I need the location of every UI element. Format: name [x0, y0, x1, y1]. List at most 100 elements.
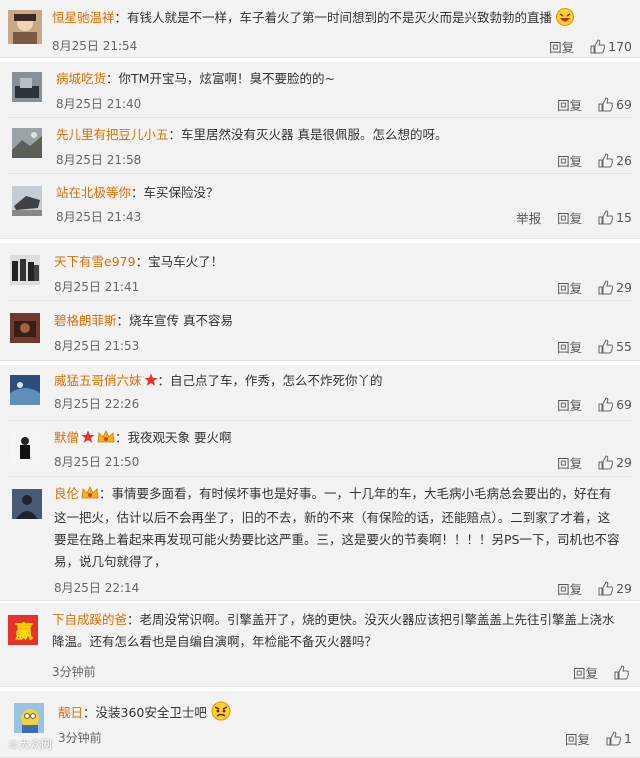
- comment-item: 站在北极等你：车买保险没？ 8月25日 21:43 举报 回复 15: [0, 174, 640, 239]
- like-count: 26: [616, 153, 632, 168]
- like-count: 69: [616, 397, 632, 412]
- timestamp: 8月25日 21:58: [56, 153, 142, 167]
- timestamp: 8月25日 21:43: [56, 210, 142, 224]
- reply-button[interactable]: 回复: [557, 95, 582, 114]
- avatar[interactable]: [12, 128, 42, 158]
- angry-emoji-icon: [211, 701, 231, 728]
- like-count: 29: [616, 280, 632, 295]
- timestamp: 3分钟前: [52, 665, 96, 679]
- like-button[interactable]: 29: [598, 581, 632, 596]
- username[interactable]: 站在北极等你: [56, 185, 131, 200]
- report-button[interactable]: 举报: [516, 208, 541, 227]
- star-badge-icon: [143, 372, 158, 394]
- comment-text: 我夜观天象 要火啊: [127, 430, 232, 445]
- username[interactable]: 默僧: [54, 430, 79, 445]
- comment-item: 天下有雪e979：宝马车火了！ 8月25日 21:41 回复 29: [0, 243, 640, 301]
- comment-text: 宝马车火了！: [148, 254, 224, 269]
- timestamp: 8月25日 21:54: [52, 39, 138, 53]
- crown-badge-icon: [97, 429, 115, 451]
- reply-button[interactable]: 回复: [573, 663, 598, 682]
- thumbs-up-icon: [614, 665, 629, 680]
- like-button[interactable]: 69: [598, 97, 632, 112]
- like-button[interactable]: 15: [598, 210, 632, 225]
- like-count: 170: [608, 39, 632, 54]
- reply-button[interactable]: 回复: [557, 395, 582, 414]
- avatar[interactable]: [8, 10, 42, 44]
- timestamp: 8月25日 21:40: [56, 97, 142, 111]
- avatar[interactable]: [12, 489, 42, 519]
- comment-item: 威猛五哥俏六妹 ：自己点了车，作秀，怎么不炸死你丫的 8月25日 22:26 回复…: [0, 365, 640, 421]
- thumbs-up-icon: [598, 153, 614, 168]
- thumbs-up-icon: [590, 39, 606, 54]
- comment-text: 有钱人就是不一样，车子着火了第一时间想到的不是灭火而是兴致勃勃的直播: [127, 10, 553, 25]
- like-count: 15: [616, 210, 632, 225]
- reply-button[interactable]: 回复: [557, 453, 582, 472]
- comment-item: 病城吃货：你TM开宝马，炫富啊！臭不要脸的的~ 8月25日 21:40 回复 6…: [0, 62, 640, 118]
- username[interactable]: 威猛五哥俏六妹: [54, 373, 142, 388]
- like-button[interactable]: [614, 665, 632, 680]
- thumbs-up-icon: [606, 731, 622, 746]
- comment-text: 事情要多面看，有时候坏事也是好事。一，十几年的车，大毛病小毛病总会要出的，好在有…: [54, 486, 620, 569]
- comment-item: 碧格朗菲斯：烧车宣传 真不容易 8月25日 21:53 回复 55: [0, 301, 640, 361]
- reply-button[interactable]: 回复: [557, 278, 582, 297]
- avatar[interactable]: [10, 433, 40, 463]
- like-count: 29: [616, 455, 632, 470]
- like-button[interactable]: 55: [598, 339, 632, 354]
- svg-text:赢: 赢: [15, 621, 33, 643]
- thumbs-up-icon: [598, 455, 614, 470]
- crown-badge-icon: [81, 485, 99, 507]
- reply-button[interactable]: 回复: [565, 729, 590, 748]
- like-count: 1: [624, 731, 632, 746]
- avatar[interactable]: 赢: [8, 615, 38, 645]
- avatar[interactable]: [10, 375, 40, 405]
- thumbs-up-icon: [598, 280, 614, 295]
- username[interactable]: 碧格朗菲斯: [54, 313, 117, 328]
- username[interactable]: 病城吃货: [56, 71, 106, 86]
- username[interactable]: 天下有雪e979: [54, 254, 136, 269]
- like-button[interactable]: 26: [598, 153, 632, 168]
- star-badge-icon: [81, 429, 95, 451]
- avatar[interactable]: [14, 703, 44, 733]
- thumbs-up-icon: [598, 210, 614, 225]
- comment-text: 车里居然没有灭火器 真是很佩服。怎么想的呀。: [181, 127, 448, 142]
- reply-button[interactable]: 回复: [549, 37, 574, 56]
- comment-text: 自己点了车，作秀，怎么不炸死你丫的: [170, 373, 383, 388]
- avatar[interactable]: [10, 313, 40, 343]
- username[interactable]: 恒星驰温祥: [52, 10, 115, 25]
- thumbs-up-icon: [598, 581, 614, 596]
- username[interactable]: 靓日: [58, 705, 83, 720]
- reply-button[interactable]: 回复: [557, 579, 582, 598]
- timestamp: 8月25日 21:50: [54, 455, 140, 469]
- comment-item: 先儿里有把豆儿小五：车里居然没有灭火器 真是很佩服。怎么想的呀。 8月25日 2…: [0, 118, 640, 174]
- like-count: 55: [616, 339, 632, 354]
- like-button[interactable]: 69: [598, 397, 632, 412]
- comment-item: 默僧 ：我夜观天象 要火啊 8月25日 21:50 回复 29: [0, 421, 640, 477]
- avatar[interactable]: [12, 186, 42, 216]
- reply-button[interactable]: 回复: [557, 208, 582, 227]
- comment-text: 车买保险没？: [143, 185, 219, 200]
- avatar[interactable]: [12, 72, 42, 102]
- timestamp: 3分钟前: [58, 731, 102, 745]
- like-button[interactable]: 29: [598, 280, 632, 295]
- timestamp: 8月25日 21:41: [54, 280, 140, 294]
- comment-item: 良伦 ：事情要多面看，有时候坏事也是好事。一，十几年的车，大毛病小毛病总会要出的，…: [0, 477, 640, 601]
- reply-button[interactable]: 回复: [557, 151, 582, 170]
- like-button[interactable]: 1: [606, 731, 632, 746]
- like-count: 29: [616, 581, 632, 596]
- comment-item: 恒星驰温祥：有钱人就是不一样，车子着火了第一时间想到的不是灭火而是兴致勃勃的直播…: [0, 0, 640, 58]
- comment-text: 烧车宣传 真不容易: [129, 313, 234, 328]
- thumbs-up-icon: [598, 397, 614, 412]
- reply-button[interactable]: 回复: [557, 337, 582, 356]
- avatar[interactable]: [10, 255, 40, 285]
- thumbs-up-icon: [598, 339, 614, 354]
- username[interactable]: 下自成蹊的爸: [52, 612, 127, 627]
- like-count: 69: [616, 97, 632, 112]
- comment-item: 靓日：没装360安全卫士吧 3分钟前 回复 1: [0, 693, 640, 758]
- username[interactable]: 先儿里有把豆儿小五: [56, 127, 169, 142]
- comment-text: 没装360安全卫士吧: [95, 705, 207, 720]
- username[interactable]: 良伦: [54, 486, 79, 501]
- timestamp: 8月25日 22:26: [54, 397, 140, 411]
- like-button[interactable]: 29: [598, 455, 632, 470]
- laughing-emoji-icon: [556, 8, 575, 33]
- like-button[interactable]: 170: [590, 39, 632, 54]
